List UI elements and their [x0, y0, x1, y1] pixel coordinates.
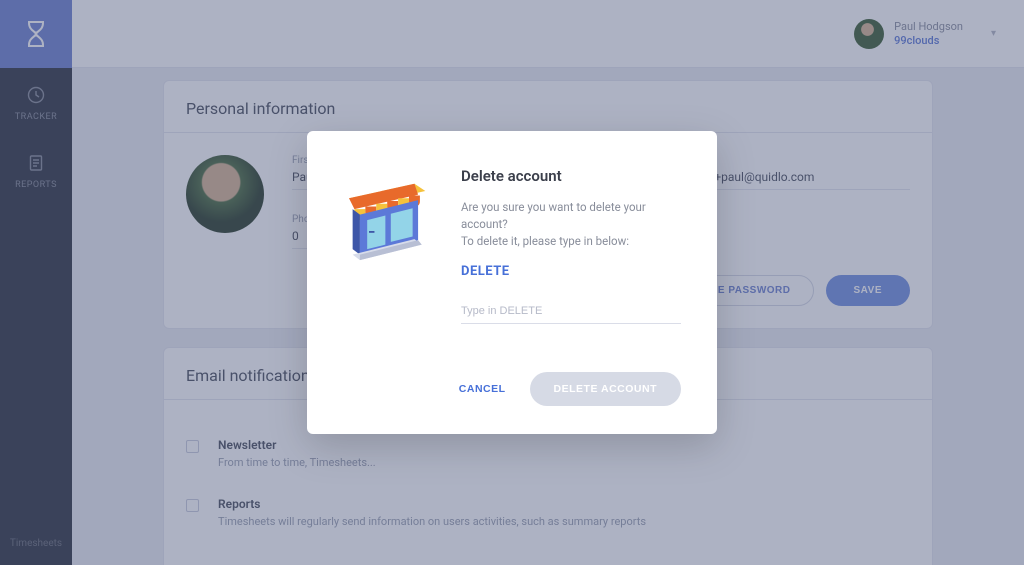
delete-confirm-input[interactable]	[461, 301, 681, 324]
delete-account-button[interactable]: DELETE ACCOUNT	[530, 372, 681, 406]
delete-account-modal: Delete account Are you sure you want to …	[307, 131, 717, 433]
modal-content: Delete account Are you sure you want to …	[461, 167, 681, 323]
modal-text-line: Are you sure you want to delete your acc…	[461, 200, 646, 231]
modal-title: Delete account	[461, 167, 681, 185]
modal-actions: CANCEL DELETE ACCOUNT	[343, 372, 681, 406]
modal-text: Are you sure you want to delete your acc…	[461, 199, 681, 249]
storefront-icon	[343, 171, 435, 271]
cancel-button[interactable]: CANCEL	[459, 383, 506, 395]
modal-overlay[interactable]: Delete account Are you sure you want to …	[0, 0, 1024, 565]
modal-top: Delete account Are you sure you want to …	[343, 167, 681, 323]
modal-keyword: DELETE	[461, 264, 681, 279]
modal-text-line: To delete it, please type in below:	[461, 234, 629, 248]
